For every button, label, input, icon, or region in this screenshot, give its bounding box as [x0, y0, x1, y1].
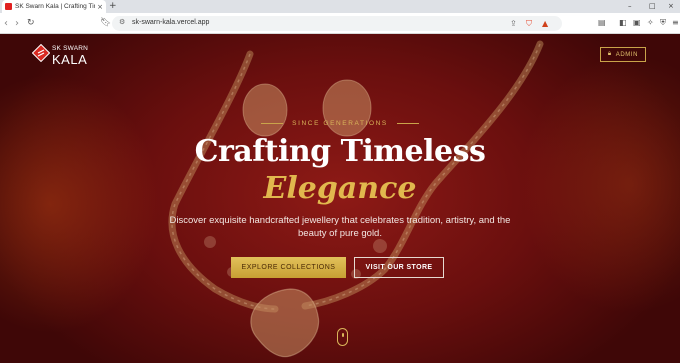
forward-icon[interactable]: ›: [15, 17, 19, 30]
brand-logo[interactable]: SK SWARN KALA: [30, 42, 100, 70]
scroll-dot: [342, 333, 344, 337]
logo-mark-icon: [32, 44, 50, 62]
browser-toolbar: ‹ › ↻ 🔖︎ ⚙ sk-swarn-kala.vercel.app ⇪ ⛉ …: [0, 13, 680, 34]
menu-icon[interactable]: ≡: [672, 18, 679, 28]
explore-collections-button[interactable]: EXPLORE COLLECTIONS: [231, 257, 346, 278]
divider-right: [396, 123, 419, 124]
close-window-button[interactable]: ×: [668, 1, 674, 12]
hero-title-accent: Elegance: [263, 171, 417, 206]
admin-button[interactable]: 🔒︎ ADMIN: [600, 47, 646, 62]
admin-label: ADMIN: [615, 51, 639, 58]
maximize-button[interactable]: □: [649, 1, 656, 12]
bookmark-icon[interactable]: 🔖︎: [100, 17, 111, 30]
browser-tab[interactable]: SK Swarn Kala | Crafting Timeless ×: [2, 0, 106, 13]
back-icon[interactable]: ‹: [4, 17, 8, 30]
wallet-icon[interactable]: ▣: [633, 18, 641, 28]
sidebar-icon[interactable]: ▤: [598, 18, 606, 28]
alert-icon[interactable]: ▲: [542, 18, 548, 29]
minimize-button[interactable]: –: [628, 1, 632, 12]
hero-eyebrow: SINCE GENERATIONS: [240, 120, 440, 127]
url-text: sk-swarn-kala.vercel.app: [132, 19, 210, 26]
tab-strip: SK Swarn Kala | Crafting Timeless × + – …: [0, 0, 680, 13]
site-favicon-icon: [5, 3, 12, 10]
new-tab-button[interactable]: +: [109, 1, 117, 12]
scroll-indicator-icon[interactable]: [337, 328, 348, 346]
visit-store-button[interactable]: VISIT OUR STORE: [354, 257, 444, 278]
address-bar[interactable]: ⚙ sk-swarn-kala.vercel.app ⇪ ⛉ ▲: [112, 16, 562, 31]
share-icon[interactable]: ⇪: [510, 18, 517, 29]
divider-left: [261, 123, 284, 124]
tab-title: SK Swarn Kala | Crafting Timeless: [15, 3, 95, 10]
reload-icon[interactable]: ↻: [27, 17, 35, 30]
hero-title: Crafting Timeless: [194, 134, 486, 169]
brave-shield-icon[interactable]: ⛉: [526, 18, 532, 29]
extensions-icon[interactable]: ✧: [647, 18, 654, 28]
tab-close-icon[interactable]: ×: [97, 3, 103, 11]
site-info-icon[interactable]: ⚙: [119, 18, 125, 26]
hero-section: SK SWARN KALA 🔒︎ ADMIN SINCE GENERATIONS…: [0, 34, 680, 363]
lock-icon: 🔒︎: [607, 51, 612, 57]
reader-icon[interactable]: ◧: [619, 18, 627, 28]
hero-subtitle: Discover exquisite handcrafted jewellery…: [169, 215, 511, 239]
logo-text-top: SK SWARN: [52, 45, 89, 52]
logo-text-main: KALA: [52, 52, 88, 67]
vpn-icon[interactable]: ⛨: [660, 18, 666, 28]
eyebrow-text: SINCE GENERATIONS: [292, 120, 388, 127]
